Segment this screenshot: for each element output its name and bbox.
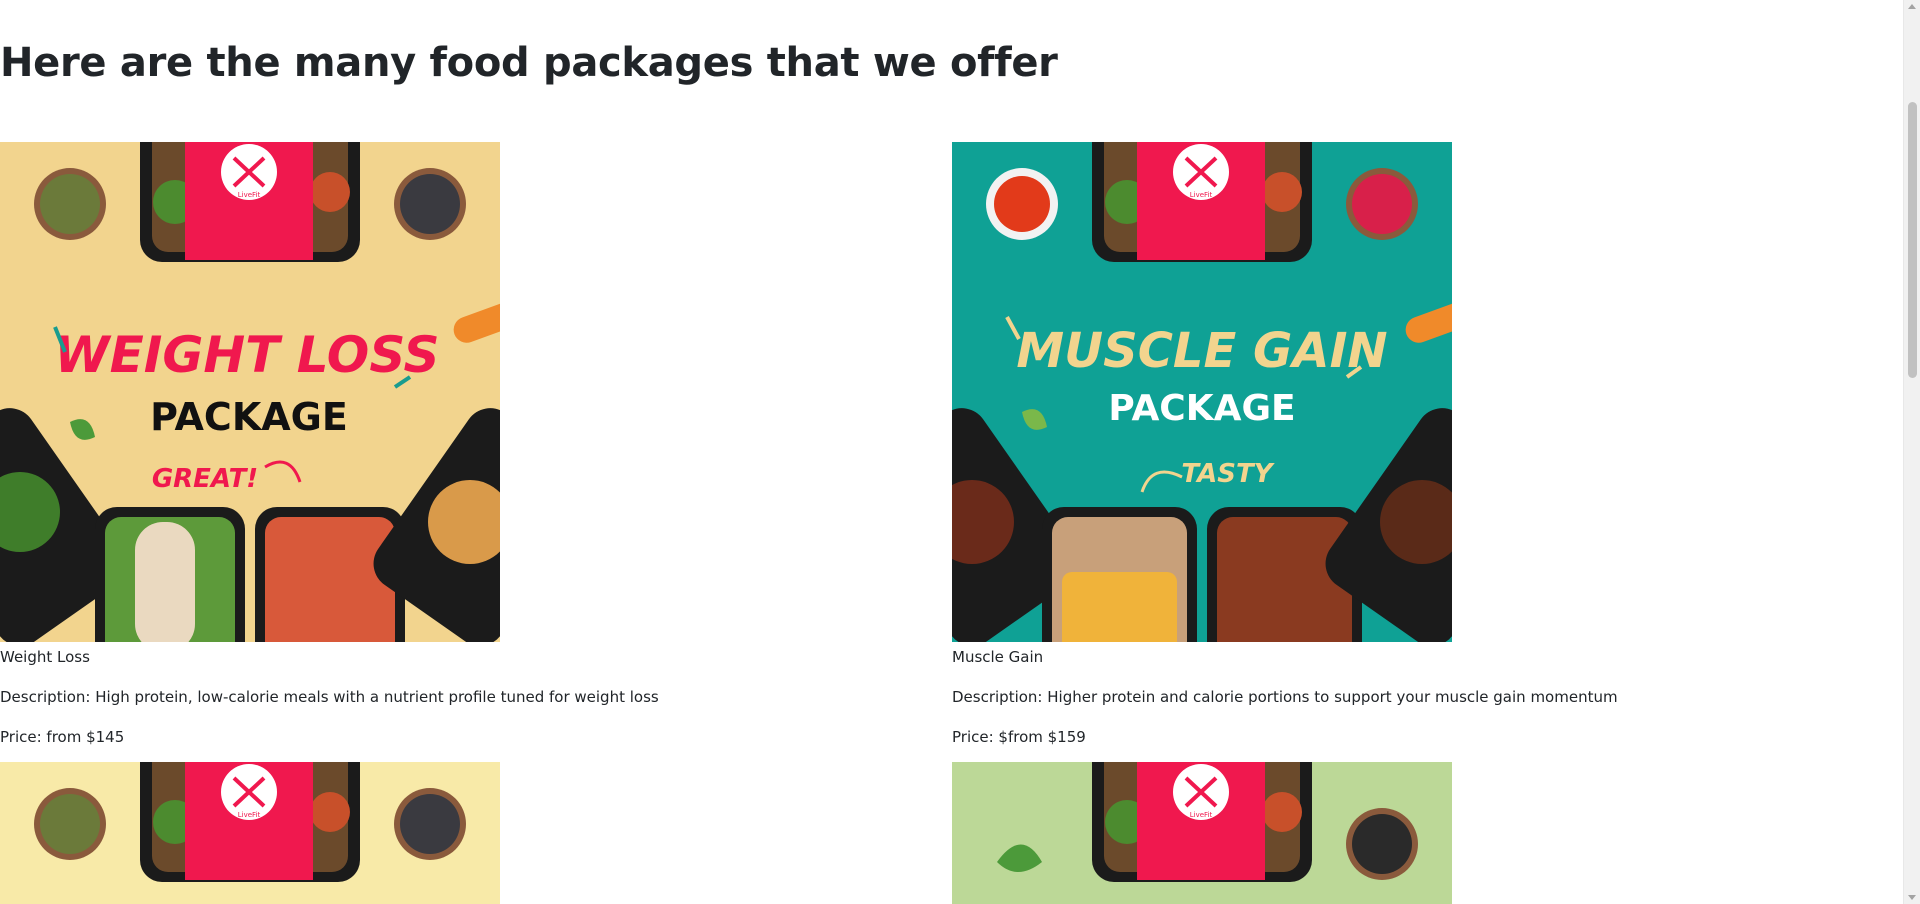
package-price: Price: $from $159 (952, 728, 1086, 746)
svg-text:GREAT!: GREAT! (152, 464, 258, 494)
page-title: Here are the many food packages that we … (0, 40, 1058, 86)
svg-text:MUSCLE GAIN: MUSCLE GAIN (1016, 323, 1387, 379)
svg-text:TASTY: TASTY (1181, 459, 1275, 489)
svg-text:WEIGHT LOSS: WEIGHT LOSS (54, 326, 439, 384)
package-title: Muscle Gain (952, 648, 1044, 666)
scrollbar-thumb[interactable] (1908, 102, 1917, 378)
scroll-down-arrow-icon[interactable] (1908, 895, 1916, 900)
scroll-up-arrow-icon[interactable] (1908, 4, 1916, 9)
package-title: Weight Loss (0, 648, 90, 666)
svg-text:PACKAGE: PACKAGE (150, 395, 348, 439)
muscle-gain-package-image[interactable]: LiveFit MUSCLE GAIN PACKAGE TASTY (952, 142, 1452, 642)
package-description: Description: Higher protein and calorie … (952, 688, 1618, 706)
package-card-weight-loss: LiveFit WEIGHT LOSS PACKAGE GREAT! Weigh… (0, 142, 900, 748)
package-card-muscle-gain: LiveFit MUSCLE GAIN PACKAGE TASTY Muscle… (952, 142, 1852, 748)
package-price: Price: from $145 (0, 728, 125, 746)
package-card-3: LiveFit (0, 762, 900, 904)
package-image-4[interactable]: LiveFit (952, 762, 1452, 904)
svg-text:LiveFit: LiveFit (1190, 191, 1213, 199)
svg-text:LiveFit: LiveFit (238, 191, 261, 199)
svg-text:LiveFit: LiveFit (238, 811, 261, 819)
svg-text:PACKAGE: PACKAGE (1108, 388, 1295, 429)
package-card-4: LiveFit (952, 762, 1852, 904)
package-description: Description: High protein, low-calorie m… (0, 688, 659, 706)
svg-text:LiveFit: LiveFit (1190, 811, 1213, 819)
weight-loss-package-image[interactable]: LiveFit WEIGHT LOSS PACKAGE GREAT! (0, 142, 500, 642)
page: Here are the many food packages that we … (0, 0, 1903, 904)
package-image-3[interactable]: LiveFit (0, 762, 500, 904)
vertical-scrollbar[interactable] (1903, 0, 1920, 904)
